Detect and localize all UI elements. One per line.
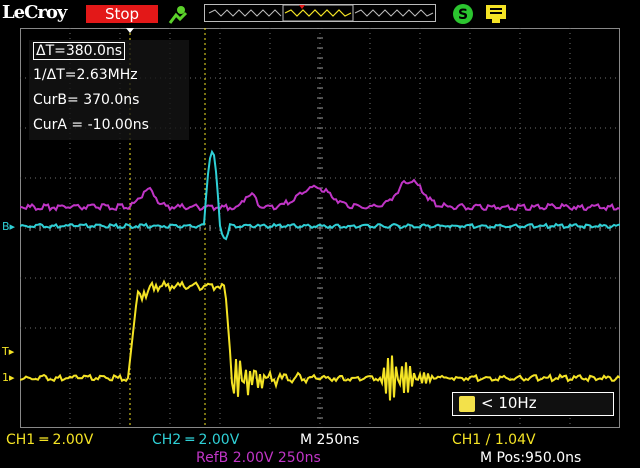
trigger-level-marker: T▸ [2,345,15,358]
frequency-value: < 10Hz [481,394,537,412]
cursor-b-readout: CurB= 370.0ns [33,92,139,108]
svg-text:S: S [458,7,468,23]
delta-t-readout: ΔT=380.0ns [33,42,126,60]
ch1-trace [20,279,620,401]
memory-waveform-icon [208,4,434,22]
refb-trace [20,178,620,212]
horizontal-position[interactable]: M Pos:950.0ns [480,450,581,466]
frequency-icon [459,396,475,412]
run-stop-indicator[interactable]: Stop [86,5,158,23]
memory-position-bar[interactable] [204,4,436,22]
brand-logo: LeCroy [2,2,67,23]
usb-storage-icon [486,5,506,23]
cursor-b-label[interactable]: CurB [33,92,67,108]
cursor-a-readout: CurA = -10.00ns [33,117,149,133]
ch1-scale[interactable]: CH1 ═ 2.00V [6,432,93,448]
timebase-scale[interactable]: M 250ns [300,432,359,448]
ch1-ground-marker: 1▸ [2,371,15,384]
trigger-status-icon: S [453,4,473,24]
running-figure-icon [168,6,188,24]
refb-scale: RefB 2.00V 250ns [196,450,321,466]
trigger-position-marker [126,28,134,33]
cursor-readout-panel: ΔT=380.0ns 1/ΔT=2.63MHz CurB= 370.0ns Cu… [29,40,189,140]
frequency-counter: < 10Hz [452,392,614,416]
inverse-delta-t-readout: 1/ΔT=2.63MHz [33,67,138,83]
cursor-b-value: = 370.0ns [67,92,140,108]
status-bar: LeCroy Stop S [0,0,640,28]
ch2-scale[interactable]: CH2 ═ 2.00V [152,432,239,448]
refb-ground-marker: B▸ [2,220,16,233]
trigger-setting[interactable]: CH1 ∕ 1.04V [452,432,536,448]
